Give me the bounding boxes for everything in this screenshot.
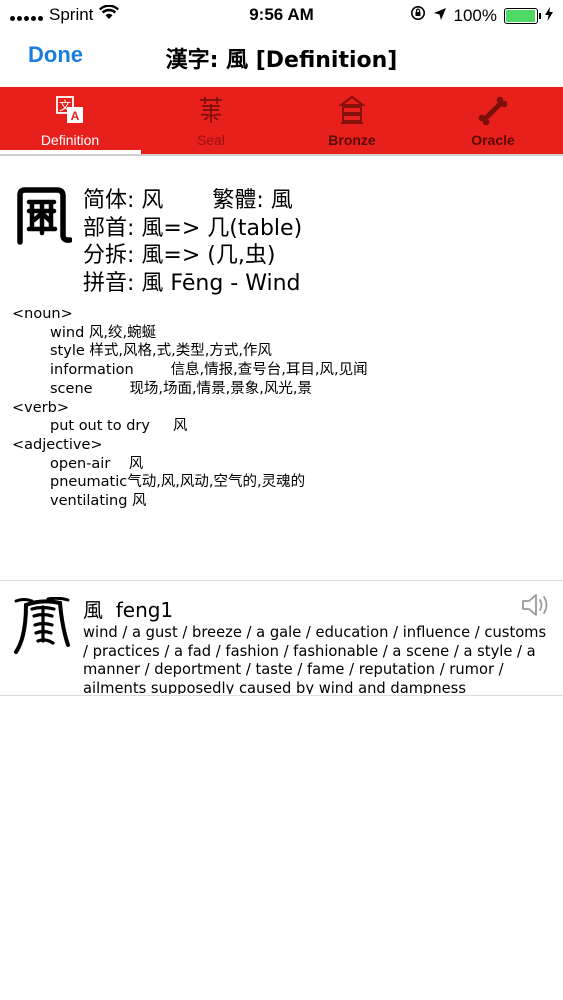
list-item: information 信息,情报,查号台,耳目,风,见闻 — [12, 361, 368, 380]
english-term: ventilating — [50, 493, 128, 510]
page-title: 漢字: 風 [Definition] — [165, 48, 398, 73]
chinese-meaning: 信息,情报,查号台,耳目,风,见闻 — [170, 362, 368, 379]
english-term: wind — [50, 324, 85, 341]
lock-rotation-icon — [410, 5, 426, 26]
tab-label: Seal — [196, 132, 226, 148]
battery-icon — [504, 7, 541, 24]
location-arrow-icon — [433, 6, 447, 26]
tab-label: Bronze — [328, 132, 376, 148]
list-item: open-air 风 — [12, 455, 368, 474]
headword-pinyin: feng1 — [115, 598, 174, 622]
dictionary-headword: 風 feng1 — [83, 594, 173, 623]
chinese-meaning: 现场,场面,情景,景象,风光,景 — [129, 380, 312, 397]
bone-icon — [423, 95, 563, 125]
chinese-meaning: 风 — [173, 418, 188, 435]
list-item: ventilating 风 — [12, 492, 368, 511]
translate-icon: 文 A — [0, 95, 140, 125]
svg-text:A: A — [71, 109, 80, 123]
simplified-traditional-line: 简体: 风 繁體: 風 — [83, 188, 293, 213]
seal-script-icon — [141, 95, 281, 125]
decomposition-line: 分拆: 風=> (几,虫) — [83, 243, 276, 268]
dictionary-definition: wind / a gust / breeze / a gale / educat… — [83, 624, 547, 694]
tab-label: Oracle — [471, 132, 515, 148]
chinese-meaning: 气动,风,风动,空气的,灵魂的 — [127, 474, 306, 491]
pinyin-line: 拼音: 風 Fēng - Wind — [83, 270, 301, 296]
english-term: put out to dry — [50, 418, 150, 435]
english-term: style — [50, 343, 85, 360]
list-item: pneumatic气动,风,风动,空气的,灵魂的 — [12, 473, 368, 492]
chinese-meaning: 风,绞,蜿蜒 — [88, 324, 157, 341]
bronze-script-icon — [282, 95, 422, 125]
status-right: 100% — [410, 5, 553, 26]
character-info: 简体: 风 繁體: 風 部首: 風=> 几(table) 分拆: 風=> (几,… — [83, 187, 302, 297]
chinese-meaning: 风 — [132, 493, 147, 510]
pos-heading-noun: <noun> — [12, 306, 73, 322]
list-item: style 样式,风格,式,类型,方式,作风 — [12, 342, 368, 361]
english-term: scene — [50, 380, 93, 397]
word-senses: <noun> wind 风,绞,蜿蜒 style 样式,风格,式,类型,方式,作… — [12, 305, 368, 511]
chinese-meaning: 风 — [128, 455, 144, 472]
headword-character: 風 — [83, 598, 103, 622]
pos-heading-verb: <verb> — [12, 399, 69, 416]
tab-bar-divider — [0, 154, 563, 156]
section-divider — [0, 580, 563, 581]
tab-bronze[interactable]: Bronze — [282, 87, 422, 154]
battery-percent: 100% — [453, 5, 497, 25]
navigation-bar: Done 漢字: 風 [Definition] — [0, 30, 563, 87]
tab-oracle[interactable]: Oracle — [423, 87, 563, 154]
script-tab-bar: 文 A Definition Seal Bronze Oracle — [0, 87, 563, 154]
seal-glyph-icon — [12, 596, 72, 655]
section-divider — [0, 695, 563, 696]
status-bar: Sprint 9:56 AM 100% — [0, 0, 563, 30]
list-item: wind 风,绞,蜿蜒 — [12, 324, 368, 343]
english-term: open-air — [50, 455, 111, 472]
list-item: put out to dry 风 — [12, 417, 368, 436]
tab-definition[interactable]: 文 A Definition — [0, 87, 140, 154]
pos-heading-adjective: <adjective> — [12, 436, 103, 453]
charging-bolt-icon — [545, 6, 553, 26]
english-term: information — [50, 362, 134, 379]
radical-line: 部首: 風=> 几(table) — [83, 215, 303, 241]
list-item: scene 现场,场面,情景,景象,风光,景 — [12, 380, 368, 399]
speaker-icon[interactable] — [521, 592, 553, 618]
chinese-meaning: 样式,风格,式,类型,方式,作风 — [89, 343, 272, 360]
english-term: pneumatic — [50, 474, 128, 491]
character-glyph-icon — [12, 185, 73, 245]
tab-seal[interactable]: Seal — [141, 87, 281, 154]
tab-label: Definition — [40, 132, 100, 148]
